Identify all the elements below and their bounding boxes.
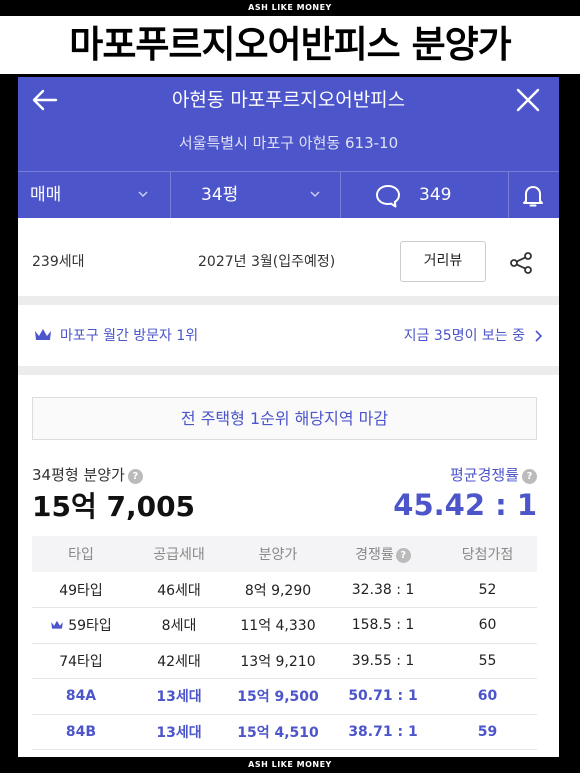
chevron-down-icon: [310, 191, 320, 197]
size-label: 34평: [201, 185, 239, 205]
column-header-rate: 경쟁률?: [328, 536, 438, 572]
cell-type: 59타입: [32, 607, 130, 644]
cell-type-text: 59타입: [68, 618, 112, 635]
section-divider: [18, 296, 559, 305]
cell-type: 49타입: [32, 572, 130, 608]
cell-score: 59: [438, 714, 537, 750]
cell-score: 60: [438, 607, 537, 644]
top-watermark-banner: ASH LIKE MONEY: [0, 0, 580, 16]
app-screen: 아현동 마포푸르지오어반피스 서울특별시 마포구 아현동 613-10 매매 3…: [18, 77, 559, 757]
table-row: 49타입 46세대 8억 9,290 32.38 : 1 52: [32, 572, 537, 608]
table-row: 74타입 42세대 13억 9,210 39.55 : 1 55: [32, 643, 537, 679]
chevron-right-icon: [535, 330, 543, 342]
section-divider: [18, 366, 559, 375]
help-icon[interactable]: ?: [127, 469, 143, 484]
share-icon[interactable]: [508, 251, 534, 275]
complex-address: 서울특별시 마포구 아현동 613-10: [178, 134, 399, 152]
help-icon[interactable]: ?: [395, 548, 411, 563]
cell-type: 74타입: [32, 643, 130, 679]
price-label-text: 34평형 분양가: [32, 466, 125, 484]
bell-icon: [523, 186, 543, 207]
crown-icon: [51, 620, 63, 629]
cell-rate: 32.38 : 1: [328, 572, 438, 608]
cell-score: 52: [438, 572, 537, 608]
cell-units: 8세대: [130, 607, 228, 644]
comments-button[interactable]: 349: [341, 172, 509, 219]
notification-button[interactable]: [509, 172, 559, 219]
cell-price: 15억 4,510: [228, 714, 328, 750]
cell-rate: 38.71 : 1: [328, 714, 438, 750]
close-icon[interactable]: [515, 87, 541, 113]
competition-label-text: 평균경쟁률: [449, 466, 519, 484]
complex-info-row: 239세대 2027년 3월(입주예정) 거리뷰: [18, 218, 559, 296]
column-header-score: 당첨가점: [438, 536, 537, 572]
subscription-result-notice: 전 주택형 1순위 해당지역 마감: [32, 397, 537, 440]
size-dropdown[interactable]: 34평: [171, 172, 341, 219]
column-header-type: 타입: [32, 536, 130, 572]
chevron-down-icon: [138, 191, 148, 197]
move-in-date: 2027년 3월(입주예정): [198, 254, 336, 270]
cell-score: 60: [438, 678, 537, 715]
complex-header: 아현동 마포푸르지오어반피스 서울특별시 마포구 아현동 613-10 매매 3…: [18, 77, 559, 219]
street-view-button[interactable]: 거리뷰: [400, 241, 486, 282]
comment-count: 349: [419, 185, 452, 205]
visitor-ranking-row[interactable]: 마포구 월간 방문자 1위 지금 35명이 보는 중: [18, 305, 559, 366]
help-icon[interactable]: ?: [522, 469, 537, 484]
cell-units: 46세대: [130, 572, 228, 608]
cell-units: 13세대: [130, 714, 228, 750]
table-row: 59타입 8세대 11억 4,330 158.5 : 1 60: [32, 607, 537, 644]
competition-value: 45.42 : 1: [393, 488, 537, 522]
trade-type-label: 매매: [30, 185, 62, 205]
cell-price: 8억 9,290: [228, 572, 328, 608]
households-count: 239세대: [32, 254, 85, 270]
cell-rate: 39.55 : 1: [328, 643, 438, 679]
cell-type: 84B: [32, 714, 130, 750]
cell-price: 13억 9,210: [228, 643, 328, 679]
visitor-ranking-text: 마포구 월간 방문자 1위: [60, 328, 199, 344]
comment-icon: [376, 185, 400, 208]
bottom-watermark-banner: ASH LIKE MONEY: [0, 757, 580, 773]
competition-label: 평균경쟁률?: [450, 465, 537, 485]
table-row-highlighted: 84A 13세대 15억 9,500 50.71 : 1 60: [32, 678, 537, 715]
page-title: 마포푸르지오어반피스 분양가: [0, 16, 580, 74]
cell-units: 13세대: [130, 678, 228, 715]
cell-type: 84A: [32, 678, 130, 715]
cell-units: 42세대: [130, 643, 228, 679]
unit-type-table: 타입 공급세대 분양가 경쟁률? 당첨가점 49타입 46세대 8억 9,290…: [32, 536, 537, 750]
table-header-row: 타입 공급세대 분양가 경쟁률? 당첨가점: [32, 536, 537, 572]
cell-price: 15억 9,500: [228, 678, 328, 715]
price-value: 15억 7,005: [32, 490, 196, 523]
trade-type-dropdown[interactable]: 매매: [18, 172, 171, 219]
complex-name: 아현동 마포푸르지오어반피스: [171, 89, 406, 111]
table-row-highlighted: 84B 13세대 15억 4,510 38.71 : 1 59: [32, 714, 537, 750]
price-label: 34평형 분양가?: [32, 465, 143, 485]
current-viewers-text: 지금 35명이 보는 중: [403, 328, 525, 344]
filter-bar: 매매 34평 349: [18, 171, 559, 219]
column-header-units: 공급세대: [130, 536, 228, 572]
column-header-rate-text: 경쟁률: [355, 547, 394, 563]
cell-rate: 50.71 : 1: [328, 678, 438, 715]
cell-score: 55: [438, 643, 537, 679]
crown-icon: [35, 329, 51, 340]
cell-price: 11억 4,330: [228, 607, 328, 644]
column-header-price: 분양가: [228, 536, 328, 572]
cell-rate: 158.5 : 1: [328, 607, 438, 644]
